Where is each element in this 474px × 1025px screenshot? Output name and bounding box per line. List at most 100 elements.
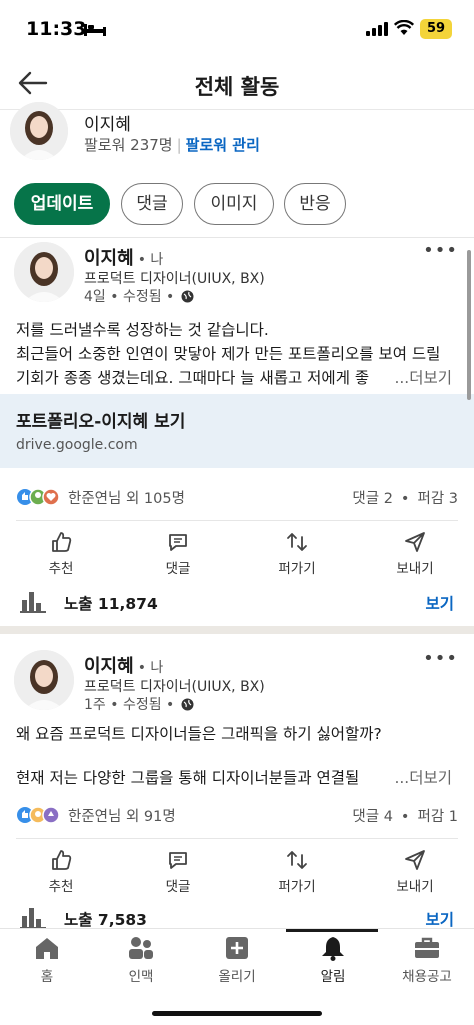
wifi-icon — [394, 20, 414, 35]
comment-button[interactable]: 댓글 — [133, 848, 223, 895]
post-actions: 추천 댓글 퍼가기 보내기 — [0, 530, 474, 590]
nav-jobs[interactable]: 채용공고 — [380, 935, 474, 985]
like-icon — [52, 532, 72, 552]
avatar[interactable] — [10, 102, 68, 160]
impressions-row: 노출 11,874 보기 — [0, 588, 474, 616]
globe-icon — [181, 290, 194, 303]
impression-count: 노출 7,583 — [64, 911, 147, 929]
reaction-summary[interactable]: 한준연님 외 91명 — [16, 804, 316, 826]
home-indicator — [152, 1011, 322, 1016]
nav-network[interactable]: 인맥 — [94, 935, 188, 985]
feed-post: 이지혜 • 나 프로덕트 디자이너(UIUX, BX) 4일 • 수정됨 • ••… — [0, 240, 474, 626]
repost-icon — [287, 851, 307, 869]
bell-icon — [322, 937, 344, 961]
comment-label: 댓글 — [165, 879, 191, 895]
follower-count: 팔로워 237명 — [84, 136, 173, 154]
send-label: 보내기 — [396, 561, 434, 577]
scrollbar[interactable] — [467, 250, 471, 400]
send-button[interactable]: 보내기 — [370, 530, 460, 577]
filter-chip-reactions[interactable]: 반응 — [284, 183, 346, 225]
filter-chip-updates[interactable]: 업데이트 — [14, 183, 110, 225]
filter-chip-comments[interactable]: 댓글 — [121, 183, 183, 225]
manage-followers-link[interactable]: 팔로워 관리 — [186, 136, 260, 154]
network-icon — [129, 937, 153, 959]
reaction-summary[interactable]: 한준연님 외 105명 — [16, 486, 316, 508]
engagement-counts: 댓글 4 • 퍼감 1 — [352, 805, 458, 826]
see-more-link[interactable]: ...더보기 — [388, 366, 452, 388]
home-icon — [36, 938, 58, 959]
link-title: 포트폴리오-이지혜 보기 — [16, 412, 186, 432]
post-meta-text: 4일 • 수정됨 • — [84, 289, 175, 305]
post-text-line — [16, 746, 456, 766]
post-actions: 추천 댓글 퍼가기 보내기 — [0, 848, 474, 908]
nav-home[interactable]: 홈 — [0, 935, 94, 985]
separator: | — [176, 136, 182, 154]
repost-button[interactable]: 퍼가기 — [252, 530, 342, 577]
repost-button[interactable]: 퍼가기 — [252, 848, 342, 895]
status-time: 11:33 — [26, 18, 87, 40]
page-title: 전체 활동 — [194, 75, 280, 99]
repost-count[interactable]: 퍼감 1 — [417, 809, 458, 825]
view-analytics-button[interactable]: 보기 — [425, 908, 454, 930]
more-options-icon[interactable]: ••• — [423, 240, 458, 261]
profile-summary: 이지혜 팔로워 237명 | 팔로워 관리 — [0, 102, 474, 162]
divider — [0, 237, 474, 238]
post-icon — [226, 937, 248, 959]
nav-network-label: 인맥 — [128, 969, 154, 985]
more-options-icon[interactable]: ••• — [423, 648, 458, 669]
post-text-line: 최근들어 소중한 인연이 맞닿아 제가 만든 포트폴리오를 보여 드릴 — [16, 345, 441, 363]
send-icon — [405, 850, 425, 870]
comment-count[interactable]: 댓글 4 — [352, 809, 393, 825]
reaction-count: 한준연님 외 105명 — [68, 491, 185, 507]
nav-home-label: 홈 — [40, 969, 54, 985]
send-icon — [405, 532, 425, 552]
like-button[interactable]: 추천 — [16, 530, 106, 577]
nav-post-label: 올리기 — [218, 969, 256, 985]
post-text-line: 저를 드러낼수록 성장하는 것 같습니다. — [16, 321, 269, 339]
like-label: 추천 — [48, 879, 74, 895]
link-url: drive.google.com — [16, 437, 138, 453]
like-icon — [52, 850, 72, 870]
analytics-bar-icon — [20, 592, 46, 613]
reaction-icons — [17, 488, 60, 506]
comment-icon — [169, 852, 187, 869]
globe-icon — [181, 698, 194, 711]
link-preview-card[interactable]: 포트폴리오-이지혜 보기 drive.google.com — [0, 394, 474, 468]
post-author-avatar[interactable] — [14, 650, 74, 710]
divider — [16, 520, 458, 521]
post-author-avatar[interactable] — [14, 242, 74, 302]
post-author-name[interactable]: 이지혜 • 나 — [84, 652, 163, 678]
sleep-focus-icon — [84, 24, 106, 36]
repost-label: 퍼가기 — [278, 879, 316, 895]
view-analytics-button[interactable]: 보기 — [425, 592, 454, 614]
comment-button[interactable]: 댓글 — [133, 530, 223, 577]
comment-count[interactable]: 댓글 2 — [352, 491, 393, 507]
filter-chip-images[interactable]: 이미지 — [194, 183, 274, 225]
send-button[interactable]: 보내기 — [370, 848, 460, 895]
repost-count[interactable]: 퍼감 3 — [417, 491, 458, 507]
connection-degree: • 나 — [137, 252, 164, 268]
post-author-name[interactable]: 이지혜 • 나 — [84, 244, 163, 270]
cellular-signal-icon — [366, 22, 388, 36]
nav-post[interactable]: 올리기 — [190, 935, 284, 985]
post-author-headline: 프로덕트 디자이너(UIUX, BX) — [84, 679, 265, 695]
nav-notifications[interactable]: 알림 — [286, 935, 380, 985]
reaction-icons — [17, 806, 60, 824]
engagement-counts: 댓글 2 • 퍼감 3 — [352, 487, 458, 508]
author-name-text: 이지혜 — [84, 656, 134, 677]
divider — [16, 838, 458, 839]
analytics-bar-icon — [20, 908, 46, 929]
nav-jobs-label: 채용공고 — [402, 969, 452, 985]
followers-row: 팔로워 237명 | 팔로워 관리 — [84, 134, 260, 155]
repost-label: 퍼가기 — [278, 561, 316, 577]
like-label: 추천 — [48, 561, 74, 577]
send-label: 보내기 — [396, 879, 434, 895]
briefcase-icon — [415, 937, 439, 958]
post-meta: 1주 • 수정됨 • — [84, 694, 194, 714]
comment-icon — [169, 534, 187, 551]
post-text-line: 왜 요즘 프로덕트 디자이너들은 그래픽을 하기 싫어할까? — [16, 725, 382, 743]
see-more-link[interactable]: ...더보기 — [388, 766, 452, 788]
like-button[interactable]: 추천 — [16, 848, 106, 895]
author-name-text: 이지혜 — [84, 248, 134, 269]
impression-count: 노출 11,874 — [64, 595, 158, 613]
